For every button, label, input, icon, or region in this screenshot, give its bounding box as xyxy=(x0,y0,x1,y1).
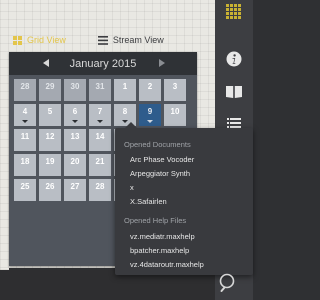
search-lens-icon[interactable] xyxy=(218,272,240,294)
next-month-icon[interactable] xyxy=(159,59,165,67)
list-icon xyxy=(97,35,108,45)
view-tabbar: Grid View Stream View xyxy=(9,30,195,50)
calendar-day[interactable]: 19 xyxy=(39,154,61,176)
calendar-day[interactable]: 25 xyxy=(14,179,36,201)
tab-grid-view-label: Grid View xyxy=(27,35,66,45)
opened-documents-heading: Opened Documents xyxy=(124,140,191,149)
calendar-day[interactable]: 21 xyxy=(89,154,111,176)
tab-stream-view[interactable]: Stream View xyxy=(97,32,164,48)
document-item[interactable]: X.Safairlen xyxy=(130,197,167,206)
help-file-item[interactable]: vz.mediatr.maxhelp xyxy=(130,232,195,241)
calendar-day[interactable]: 11 xyxy=(14,129,36,151)
tab-stream-view-label: Stream View xyxy=(112,35,164,45)
grid-dots-icon[interactable] xyxy=(223,2,245,24)
calendar-day[interactable]: 28 xyxy=(14,79,36,101)
opened-files-popup: Opened Documents Arc Phase Vocoder Arpeg… xyxy=(115,122,253,275)
calendar-day[interactable]: 2 xyxy=(139,79,161,101)
calendar-day[interactable]: 12 xyxy=(39,129,61,151)
calendar-day[interactable]: 30 xyxy=(64,79,86,101)
calendar-day[interactable]: 18 xyxy=(14,154,36,176)
calendar-day[interactable]: 10 xyxy=(164,104,186,126)
calendar-day-selected[interactable]: 9 xyxy=(139,104,161,126)
calendar-day[interactable]: 20 xyxy=(64,154,86,176)
calendar-day[interactable]: 3 xyxy=(164,79,186,101)
calendar-day[interactable]: 27 xyxy=(64,179,86,201)
document-item[interactable]: Arc Phase Vocoder xyxy=(130,155,194,164)
calendar-day[interactable]: 31 xyxy=(89,79,111,101)
calendar-day[interactable]: 5 xyxy=(39,104,61,126)
calendar-day[interactable]: 6 xyxy=(64,104,86,126)
calendar-day[interactable]: 4 xyxy=(14,104,36,126)
calendar-day[interactable]: 7 xyxy=(89,104,111,126)
help-file-item[interactable]: vz.4dataroutr.maxhelp xyxy=(130,260,204,269)
help-file-item[interactable]: bpatcher.maxhelp xyxy=(130,246,189,255)
book-icon[interactable] xyxy=(223,80,245,102)
info-icon[interactable] xyxy=(223,48,245,70)
calendar-day[interactable]: 28 xyxy=(89,179,111,201)
document-item[interactable]: Arpeggiator Synth xyxy=(130,169,190,178)
calendar-day[interactable]: 14 xyxy=(89,129,111,151)
calendar-day[interactable]: 13 xyxy=(64,129,86,151)
month-title: January 2015 xyxy=(69,57,137,70)
tab-grid-view[interactable]: Grid View xyxy=(13,32,66,48)
calendar-day[interactable]: 26 xyxy=(39,179,61,201)
calendar-day[interactable]: 29 xyxy=(39,79,61,101)
document-item[interactable]: x xyxy=(130,183,134,192)
opened-help-heading: Opened Help Files xyxy=(124,216,187,225)
calendar-day[interactable]: 1 xyxy=(114,79,136,101)
month-header: January 2015 xyxy=(9,52,197,75)
grid-icon xyxy=(13,35,22,45)
previous-month-icon[interactable] xyxy=(43,59,49,67)
